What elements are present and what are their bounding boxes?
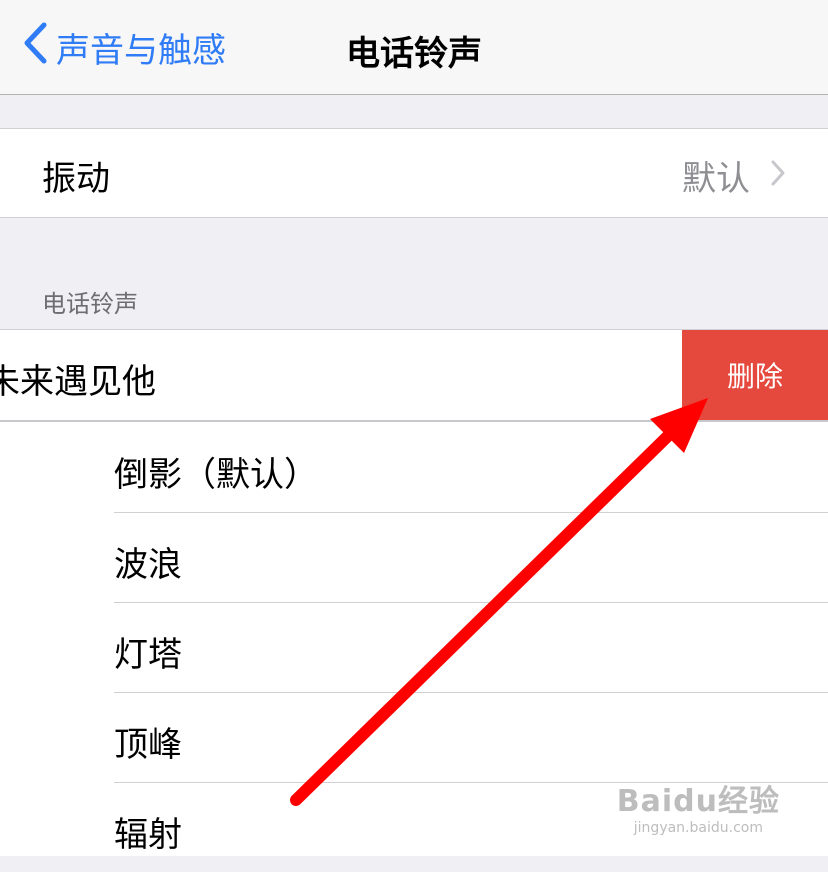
ringtone-label: 辐射 [114,815,182,855]
page-title: 电话铃声 [346,34,482,74]
ringtone-item[interactable]: 倒影（默认） [114,422,828,513]
watermark-brand: Baidu经验 [616,784,780,819]
ringtone-label: 顶峰 [114,725,182,765]
ringtone-item[interactable]: 顶峰 [114,692,828,783]
ringtone-label: 波浪 [114,545,182,585]
ringtone-item[interactable]: 灯塔 [114,602,828,693]
delete-button[interactable]: 删除 [682,330,828,420]
ringtone-label: 倒影（默认） [114,455,318,495]
ringtone-label: 灯塔 [114,635,182,675]
vibration-label: 振动 [42,159,110,199]
custom-ringtone-row[interactable]: 未来遇见他 删除 [0,329,828,423]
custom-ringtone-label: 未来遇见他 [0,362,156,402]
navigation-bar: 声音与触感 电话铃声 [0,0,828,95]
ringtone-item[interactable]: 波浪 [114,512,828,603]
vibration-row[interactable]: 振动 默认 [0,128,828,218]
watermark: Baidu经验 jingyan.baidu.com [617,776,780,836]
watermark-url: jingyan.baidu.com [633,820,763,836]
chevron-right-icon [770,159,786,191]
vibration-value: 默认 [682,159,750,199]
section-header: 电话铃声 [42,290,138,318]
